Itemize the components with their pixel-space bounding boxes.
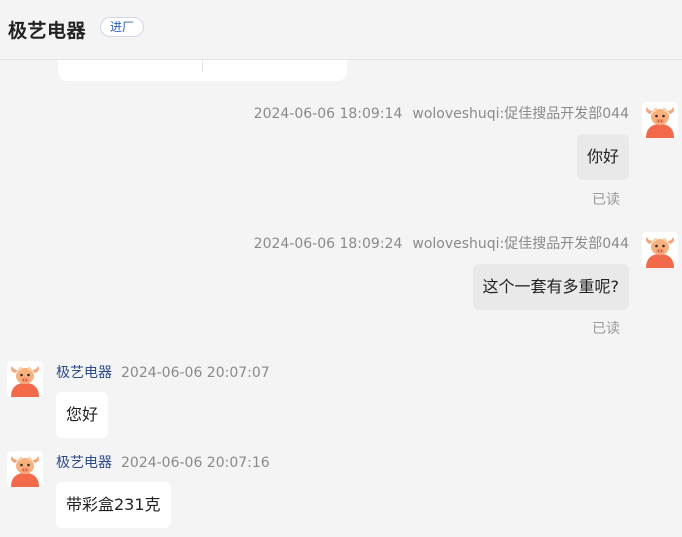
avatar[interactable] xyxy=(7,451,43,487)
card-divider xyxy=(202,60,203,72)
message-sender: woloveshuqi:促佳搜品开发部044 xyxy=(412,236,629,252)
chat-header: 极艺电器 进厂 xyxy=(0,0,682,60)
message-sender: woloveshuqi:促佳搜品开发部044 xyxy=(412,106,629,122)
message-sender[interactable]: 极艺电器 xyxy=(56,455,112,471)
previous-card-fragment[interactable] xyxy=(58,60,347,81)
avatar[interactable] xyxy=(7,361,43,397)
message-bubble[interactable]: 这个一套有多重呢? xyxy=(472,264,629,310)
message-bubble[interactable]: 你好 xyxy=(576,134,629,180)
message-sender[interactable]: 极艺电器 xyxy=(56,365,112,381)
message-meta: 2024-06-06 18:09:24 woloveshuqi:促佳搜品开发部04… xyxy=(254,233,629,253)
message-time: 2024-06-06 18:09:14 xyxy=(253,106,403,122)
shop-title[interactable]: 极艺电器 xyxy=(8,16,86,43)
read-status: 已读 xyxy=(592,321,620,337)
avatar[interactable] xyxy=(642,102,678,138)
message-meta: 极艺电器 2024-06-06 20:07:07 xyxy=(56,362,270,382)
message-meta: 极艺电器 2024-06-06 20:07:16 xyxy=(56,452,270,472)
message-time: 2024-06-06 20:07:16 xyxy=(121,455,270,471)
message-bubble[interactable]: 带彩盒231克 xyxy=(56,482,171,528)
message-time: 2024-06-06 20:07:07 xyxy=(121,365,270,381)
message-bubble[interactable]: 您好 xyxy=(56,392,109,438)
message-meta: 2024-06-06 18:09:14 woloveshuqi:促佳搜品开发部04… xyxy=(254,103,629,123)
avatar[interactable] xyxy=(642,232,678,268)
read-status: 已读 xyxy=(592,192,620,208)
shop-badge[interactable]: 进厂 xyxy=(100,17,145,37)
message-time: 2024-06-06 18:09:24 xyxy=(253,236,403,252)
